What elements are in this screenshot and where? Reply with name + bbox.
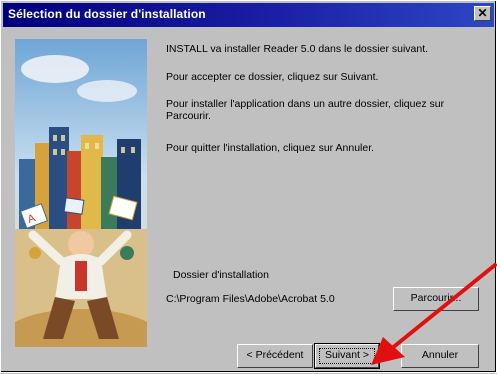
window-title: Sélection du dossier d'installation: [8, 7, 206, 21]
browse-button-label: Parcourir...: [410, 292, 462, 304]
previous-button-label: < Précédent: [246, 349, 304, 361]
cancel-button-label: Annuler: [421, 349, 459, 361]
accept-message: Pour accepter ce dossier, cliquez sur Su…: [166, 71, 379, 83]
cancel-message: Pour quitter l'installation, cliquez sur…: [166, 142, 375, 154]
close-icon: ✕: [477, 6, 488, 20]
previous-button[interactable]: < Précédent: [237, 344, 313, 368]
city-illustration: A: [15, 39, 147, 347]
browse-message: Pour installer l'application dans un aut…: [166, 98, 445, 122]
folder-path: C:\Program Files\Adobe\Acrobat 5.0: [166, 293, 335, 305]
install-folder-dialog: Sélection du dossier d'installation ✕ A …: [0, 0, 497, 373]
folder-label: Dossier d'installation: [173, 269, 269, 281]
next-button[interactable]: Suivant >: [314, 343, 380, 369]
intro-message: INSTALL va installer Reader 5.0 dans le …: [166, 43, 429, 55]
focus-rectangle: [319, 348, 375, 364]
title-bar[interactable]: Sélection du dossier d'installation ✕: [3, 3, 494, 27]
browse-button[interactable]: Parcourir...: [393, 287, 479, 311]
cancel-button[interactable]: Annuler: [401, 344, 479, 368]
close-button[interactable]: ✕: [474, 6, 491, 21]
